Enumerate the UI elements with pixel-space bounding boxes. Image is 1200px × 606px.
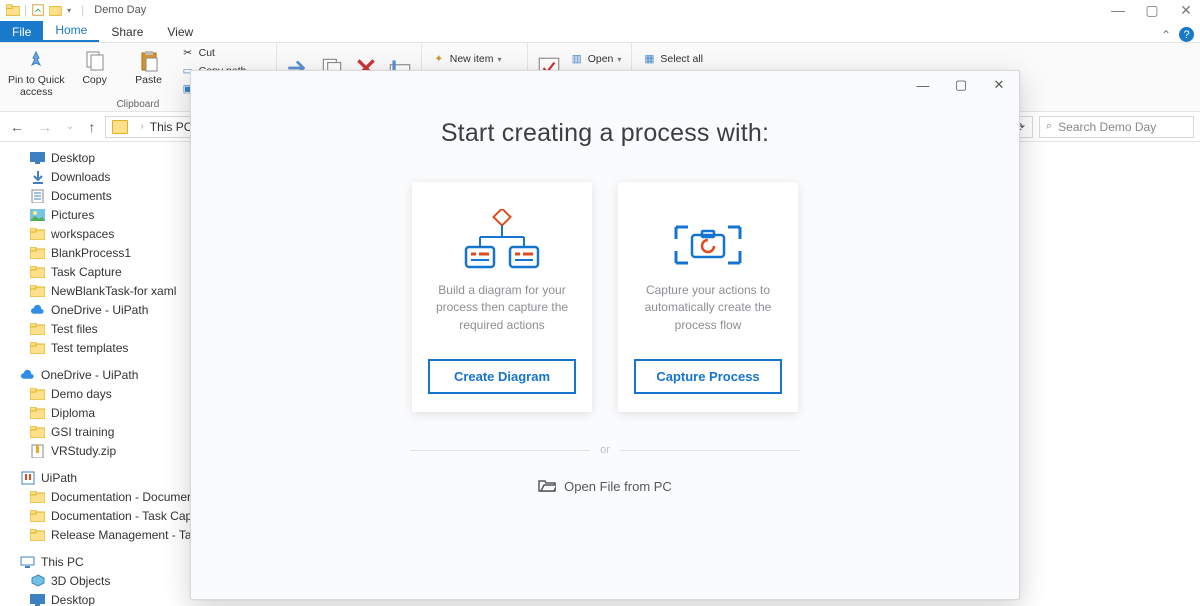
- capture-icon: [666, 204, 750, 278]
- tab-file[interactable]: File: [0, 21, 43, 42]
- folder-icon: [30, 341, 45, 354]
- minimize-button[interactable]: —: [1110, 2, 1126, 18]
- dialog-close-button[interactable]: ✕: [987, 77, 1011, 93]
- tree-item-label: 3D Objects: [51, 574, 110, 588]
- folder-icon: [112, 120, 128, 134]
- tree-item-label: OneDrive - UiPath: [51, 303, 148, 317]
- tree-item-label: Documents: [51, 189, 112, 203]
- desktop-icon: [30, 593, 45, 606]
- tree-item-label: OneDrive - UiPath: [41, 368, 138, 382]
- tab-share[interactable]: Share: [99, 21, 155, 42]
- copy-button[interactable]: Copy: [71, 45, 119, 87]
- capture-process-card: Capture your actions to automatically cr…: [618, 182, 798, 412]
- folder-icon: [30, 406, 45, 419]
- tree-item-label: GSI training: [51, 425, 114, 439]
- dialog-heading: Start creating a process with:: [441, 119, 769, 148]
- open-button[interactable]: ▥Open ▾: [568, 51, 624, 67]
- capture-process-button[interactable]: Capture Process: [634, 359, 782, 394]
- tree-item-label: Desktop: [51, 593, 95, 606]
- explorer-titlebar: | ▾ | Demo Day — ▢ ✕: [0, 0, 1200, 20]
- search-box[interactable]: ⌕ Search Demo Day: [1039, 116, 1194, 138]
- pictures-icon: [30, 208, 45, 221]
- qat-dropdown-icon[interactable]: ▾: [67, 6, 71, 15]
- tree-item-label: VRStudy.zip: [51, 444, 116, 458]
- tree-item-label: Test files: [51, 322, 98, 336]
- folder-icon: [30, 528, 45, 541]
- zip-icon: [30, 444, 45, 457]
- tree-item-label: workspaces: [51, 227, 114, 241]
- folder-icon: [30, 425, 45, 438]
- open-file-from-pc[interactable]: Open File from PC: [538, 478, 672, 495]
- folder-icon: [30, 322, 45, 335]
- folder-icon: [30, 265, 45, 278]
- help-icon[interactable]: ?: [1179, 27, 1194, 42]
- maximize-button[interactable]: ▢: [1144, 2, 1160, 19]
- qat-sep: |: [24, 3, 27, 17]
- search-icon: ⌕: [1046, 120, 1052, 133]
- doc-icon: [30, 189, 45, 202]
- tree-item-label: NewBlankTask-for xaml: [51, 284, 176, 298]
- forward-button[interactable]: →: [34, 119, 56, 135]
- 3d-icon: [30, 574, 45, 587]
- open-file-label: Open File from PC: [564, 479, 672, 494]
- folder-open-icon: [538, 478, 556, 495]
- close-button[interactable]: ✕: [1178, 2, 1194, 19]
- folder-icon: [30, 227, 45, 240]
- diagram-icon: [460, 204, 544, 278]
- task-capture-dialog: — ▢ ✕ Start creating a process with:: [190, 70, 1020, 600]
- properties-icon[interactable]: [31, 3, 45, 17]
- paste-button[interactable]: Paste: [125, 45, 173, 87]
- folder-icon: [30, 387, 45, 400]
- folder-icon: [30, 490, 45, 503]
- tree-item-label: BlankProcess1: [51, 246, 131, 260]
- cut-button[interactable]: ✂Cut: [179, 45, 268, 61]
- desktop-icon: [30, 151, 45, 164]
- folder-icon: [30, 284, 45, 297]
- chevron-up-icon[interactable]: ⌃: [1161, 28, 1171, 42]
- tree-item-label: Demo days: [51, 387, 112, 401]
- up-button[interactable]: ↑: [84, 119, 99, 135]
- create-diagram-button[interactable]: Create Diagram: [428, 359, 576, 394]
- search-placeholder: Search Demo Day: [1058, 120, 1156, 134]
- dialog-minimize-button[interactable]: —: [911, 78, 935, 93]
- cloud-icon: [20, 368, 35, 381]
- capture-process-desc: Capture your actions to automatically cr…: [634, 282, 782, 359]
- tree-item-label: This PC: [41, 555, 84, 569]
- new-folder-icon[interactable]: [49, 3, 63, 17]
- tree-item-label: Diploma: [51, 406, 95, 420]
- tree-item-label: Test templates: [51, 341, 128, 355]
- window-title: Demo Day: [94, 4, 146, 16]
- pc-icon: [20, 555, 35, 568]
- tree-item-label: Documentation - Task Capture: [51, 509, 213, 523]
- tree-item-label: UiPath: [41, 471, 77, 485]
- dialog-maximize-button[interactable]: ▢: [949, 77, 973, 93]
- create-diagram-desc: Build a diagram for your process then ca…: [428, 282, 576, 359]
- tab-home[interactable]: Home: [43, 19, 99, 42]
- or-divider: or: [410, 444, 800, 456]
- tree-item-label: Desktop: [51, 151, 95, 165]
- pin-to-quick-access-button[interactable]: Pin to Quick access: [8, 45, 65, 98]
- tree-item-label: Pictures: [51, 208, 94, 222]
- tree-item-label: Documentation - Documents: [51, 490, 203, 504]
- cloud-icon: [30, 303, 45, 316]
- folder-icon: [30, 509, 45, 522]
- tab-view[interactable]: View: [155, 21, 205, 42]
- folder-icon: [30, 246, 45, 259]
- folder-icon: [6, 3, 20, 17]
- tree-item-label: Task Capture: [51, 265, 122, 279]
- uipath-icon: [20, 471, 35, 484]
- new-item-button[interactable]: ✦New item ▾: [430, 51, 519, 67]
- download-icon: [30, 170, 45, 183]
- crumb-root[interactable]: This PC: [150, 120, 193, 134]
- select-all-button[interactable]: ▦Select all: [640, 51, 717, 67]
- ribbon-tabs: File Home Share View ⌃ ?: [0, 20, 1200, 42]
- back-button[interactable]: ←: [6, 119, 28, 135]
- create-diagram-card: Build a diagram for your process then ca…: [412, 182, 592, 412]
- tree-item-label: Downloads: [51, 170, 110, 184]
- recent-dropdown[interactable]: ⌄: [62, 121, 78, 132]
